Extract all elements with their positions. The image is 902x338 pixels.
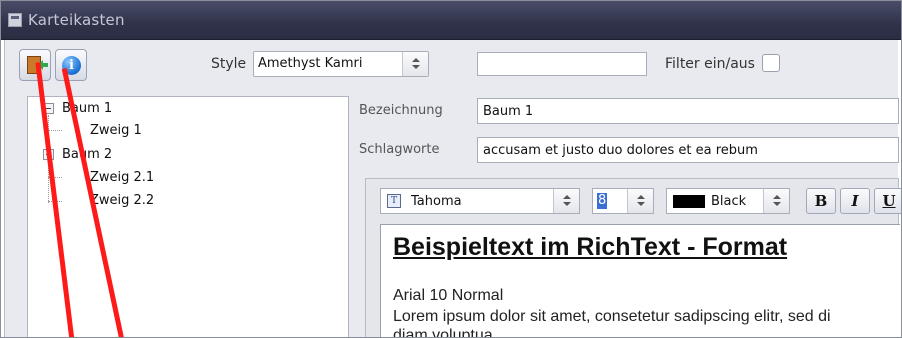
font-size-value: 8 <box>597 193 608 209</box>
color-select-value: Black <box>711 194 747 209</box>
font-select-value: Tahoma <box>411 194 462 209</box>
color-select-spinner[interactable] <box>763 189 789 213</box>
tree-node-zweig-1[interactable]: Zweig 1 <box>90 123 142 138</box>
window-title: Karteikasten <box>28 11 125 29</box>
bezeichnung-value: Baum 1 <box>483 104 534 119</box>
style-select[interactable]: Amethyst Kamri <box>253 51 429 77</box>
bezeichnung-label: Bezeichnung <box>359 103 443 118</box>
format-toolbar: T Tahoma 8 Black B I U <box>366 179 902 223</box>
richtext-editor: T Tahoma 8 Black B I U Beispieltext im R… <box>365 178 902 338</box>
app-icon <box>8 13 22 27</box>
doc-subheading: Arial 10 Normal <box>393 287 504 304</box>
color-swatch <box>673 195 705 208</box>
window-body: i Style Amethyst Kamri Filter ein/aus Ba… <box>4 40 902 338</box>
font-size-select[interactable]: 8 <box>592 188 654 214</box>
richtext-document[interactable]: Beispieltext im RichText - Format Arial … <box>380 224 900 338</box>
doc-body-line-1: Lorem ipsum dolor sit amet, consetetur s… <box>393 308 831 325</box>
tree-node-baum-2[interactable]: Baum 2 <box>62 147 112 162</box>
schlagworte-value: accusam et justo duo dolores et ea rebum <box>483 143 758 158</box>
style-label: Style <box>211 56 247 72</box>
color-select[interactable]: Black <box>666 188 790 214</box>
schlagworte-input[interactable]: accusam et justo duo dolores et ea rebum <box>477 137 899 163</box>
schlagworte-label: Schlagworte <box>359 142 440 157</box>
info-button[interactable]: i <box>55 49 87 81</box>
toolbar: i Style Amethyst Kamri Filter ein/aus <box>15 47 895 83</box>
italic-button[interactable]: I <box>840 188 870 214</box>
doc-body-line-2: diam voluptua. <box>393 327 498 338</box>
style-select-spinner[interactable] <box>402 52 428 76</box>
font-icon: T <box>387 194 401 208</box>
doc-heading: Beispieltext im RichText - Format <box>393 233 788 261</box>
tree-node-zweig-2-1[interactable]: Zweig 2.1 <box>90 170 154 185</box>
bezeichnung-input[interactable]: Baum 1 <box>477 98 899 124</box>
font-size-spinner[interactable] <box>627 189 653 213</box>
title-bar: Karteikasten <box>0 0 902 40</box>
font-select-spinner[interactable] <box>553 189 579 213</box>
bold-button[interactable]: B <box>806 188 836 214</box>
tree-node-zweig-2-2[interactable]: Zweig 2.2 <box>90 193 154 208</box>
underline-button[interactable]: U <box>874 188 902 214</box>
style-select-value: Amethyst Kamri <box>258 56 363 71</box>
filter-input[interactable] <box>477 52 647 76</box>
filter-checkbox[interactable] <box>762 54 780 72</box>
tree-line <box>48 130 62 131</box>
font-select[interactable]: T Tahoma <box>380 188 580 214</box>
filter-label: Filter ein/aus <box>665 56 755 72</box>
